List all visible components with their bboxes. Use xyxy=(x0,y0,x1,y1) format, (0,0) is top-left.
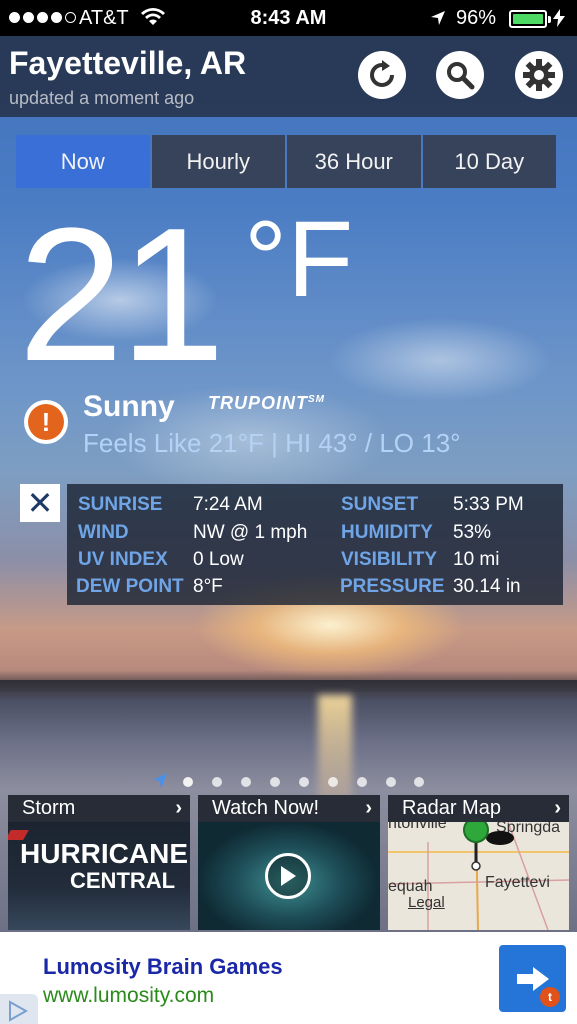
ad-title[interactable]: Lumosity Brain Games xyxy=(43,954,283,980)
wind-label: WIND xyxy=(78,522,129,543)
storm-card-title: Storm xyxy=(8,795,190,822)
uv-index-label: UV INDEX xyxy=(78,549,168,570)
play-icon xyxy=(281,866,296,886)
page-dot xyxy=(183,777,193,787)
radar-map-card[interactable]: ntonville Springda equah Fayettevi Legal… xyxy=(388,795,569,930)
sunrise-label: SUNRISE xyxy=(78,494,163,515)
map-pin-icon xyxy=(463,817,514,871)
weather-alert-icon[interactable]: ! xyxy=(24,400,68,444)
dew-point-value: 8°F xyxy=(193,576,223,597)
status-bar: AT&T 8:43 AM 96% xyxy=(0,0,577,36)
dew-point-label: DEW POINT xyxy=(76,576,184,597)
sunrise-value: 7:24 AM xyxy=(193,494,263,515)
storm-card[interactable]: HURRICANE CENTRAL Storm › xyxy=(8,795,190,930)
page-dot xyxy=(212,777,222,787)
search-button[interactable] xyxy=(436,51,484,99)
page-dot xyxy=(299,777,309,787)
page-dot xyxy=(357,777,367,787)
location-header: Fayetteville, AR updated a moment ago xyxy=(0,36,577,117)
humidity-value: 53% xyxy=(453,522,492,543)
refresh-button[interactable] xyxy=(358,51,406,99)
radar-map-card-title: Radar Map xyxy=(388,795,569,822)
chevron-right-icon: › xyxy=(175,797,182,819)
shoreline xyxy=(0,680,577,692)
page-dot xyxy=(328,777,338,787)
ad-badge: t xyxy=(540,987,560,1007)
humidity-label: HUMIDITY xyxy=(341,522,433,543)
search-icon xyxy=(447,62,475,90)
wind-value: NW @ 1 mph xyxy=(193,522,308,543)
ad-banner[interactable]: Lumosity Brain Games www.lumosity.com t xyxy=(0,932,577,1024)
chevron-right-icon: › xyxy=(365,797,372,819)
weather-details-panel: SUNRISE 7:24 AM SUNSET 5:33 PM WIND NW @… xyxy=(67,484,563,605)
map-legal-link[interactable]: Legal xyxy=(408,894,445,911)
sunset-value: 5:33 PM xyxy=(453,494,524,515)
forecast-tabs: Now Hourly 36 Hour 10 Day xyxy=(16,135,556,188)
tab-now[interactable]: Now xyxy=(16,135,150,188)
details-row: DEW POINT 8°F PRESSURE 30.14 in xyxy=(67,576,563,604)
trupoint-logo: TRUPOINTSM xyxy=(208,393,325,413)
central-text: CENTRAL xyxy=(70,868,176,893)
map-town-label: Fayettevi xyxy=(485,874,550,891)
pressure-value: 30.14 in xyxy=(453,576,521,597)
visibility-label: VISIBILITY xyxy=(341,549,438,570)
location-page-icon xyxy=(153,773,167,789)
page-dot xyxy=(414,777,424,787)
refresh-icon xyxy=(370,60,394,87)
hurricane-central-image: HURRICANE CENTRAL xyxy=(8,822,190,930)
temperature-unit: °F xyxy=(244,198,354,319)
chevron-right-icon: › xyxy=(554,797,561,819)
video-thumbnail xyxy=(198,822,380,930)
settings-button[interactable] xyxy=(515,51,563,99)
play-button[interactable] xyxy=(265,853,311,899)
details-row: WIND NW @ 1 mph HUMIDITY 53% xyxy=(67,522,563,550)
watch-now-card[interactable]: Watch Now! › xyxy=(198,795,380,930)
close-details-button[interactable]: ✕ xyxy=(20,484,60,522)
adchoices-icon[interactable] xyxy=(0,994,38,1024)
updated-label: updated a moment ago xyxy=(9,88,195,108)
details-row: SUNRISE 7:24 AM SUNSET 5:33 PM xyxy=(67,494,563,522)
ad-url[interactable]: www.lumosity.com xyxy=(43,984,214,1008)
current-temperature: 21 xyxy=(18,189,225,401)
radar-map-thumbnail: ntonville Springda equah Fayettevi Legal xyxy=(388,815,569,930)
condition-text: Sunny xyxy=(83,390,175,423)
hurricane-text: HURRICANE xyxy=(20,838,188,869)
location-arrow-icon xyxy=(431,11,445,25)
battery-percentage: 96% xyxy=(456,7,497,29)
pressure-label: PRESSURE xyxy=(340,576,445,597)
charging-bolt-icon xyxy=(553,9,565,27)
page-indicator[interactable] xyxy=(152,772,432,792)
tab-36-hour[interactable]: 36 Hour xyxy=(287,135,421,188)
page-dot xyxy=(241,777,251,787)
feels-like-hi-lo: Feels Like 21°F | HI 43° / LO 13° xyxy=(83,428,461,458)
page-dot xyxy=(270,777,280,787)
visibility-value: 10 mi xyxy=(453,549,500,570)
battery-icon xyxy=(509,10,551,28)
page-dot xyxy=(386,777,396,787)
details-row: UV INDEX 0 Low VISIBILITY 10 mi xyxy=(67,549,563,577)
sunset-label: SUNSET xyxy=(341,494,419,515)
tab-10-day[interactable]: 10 Day xyxy=(422,135,556,188)
tab-hourly[interactable]: Hourly xyxy=(151,135,285,188)
uv-index-value: 0 Low xyxy=(193,549,244,570)
gear-icon xyxy=(523,59,555,91)
city-name[interactable]: Fayetteville, AR xyxy=(9,45,246,82)
watch-now-card-title: Watch Now! xyxy=(198,795,380,822)
